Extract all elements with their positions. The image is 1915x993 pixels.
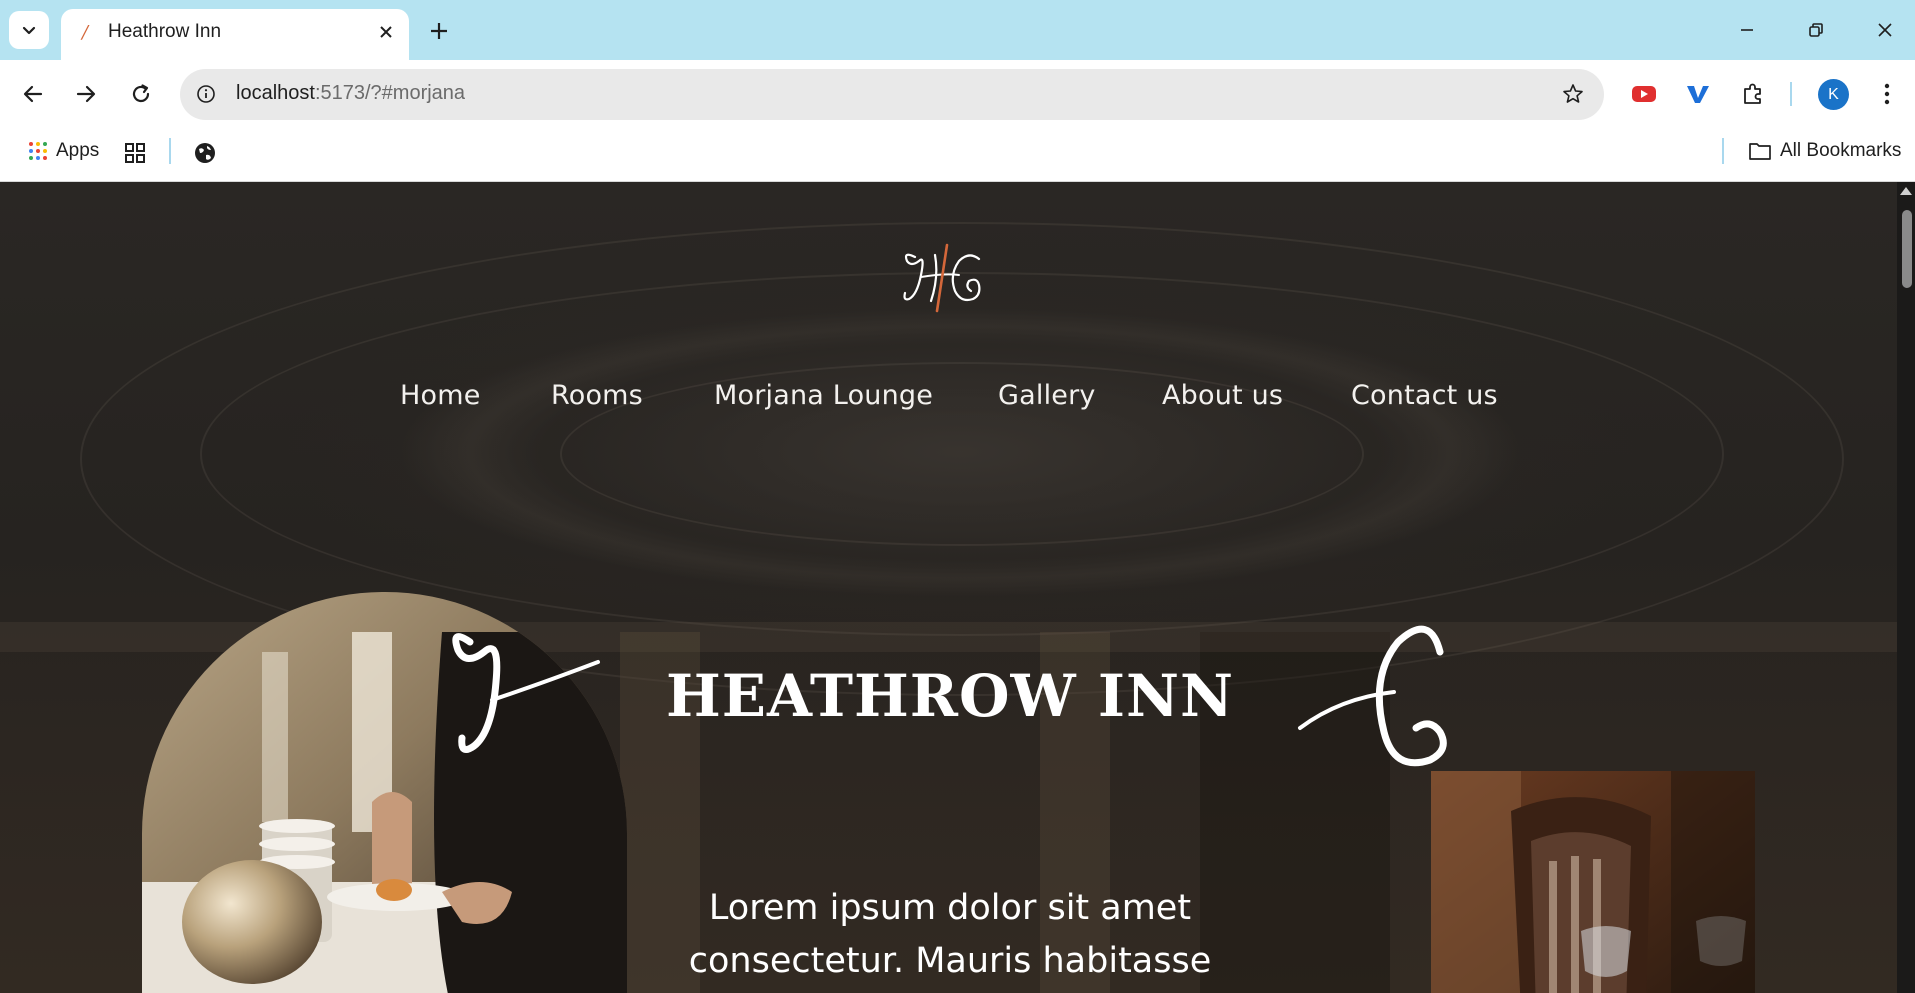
page-scrollbar[interactable] <box>1897 182 1915 993</box>
close-icon <box>1878 23 1892 37</box>
nav-home[interactable]: Home <box>400 380 481 411</box>
bookmark-globe[interactable] <box>193 141 217 165</box>
close-window-button[interactable] <box>1865 14 1905 46</box>
restore-button[interactable] <box>1796 14 1836 46</box>
tab-title: Heathrow Inn <box>108 21 222 42</box>
forward-button[interactable] <box>68 76 104 112</box>
heathrow-logo[interactable] <box>895 237 995 317</box>
minimize-button[interactable] <box>1727 14 1767 46</box>
main-navigation: Home Rooms Morjana Lounge Gallery About … <box>0 380 1897 420</box>
url-text[interactable]: localhost:5173/?#morjana <box>236 82 465 105</box>
puzzle-icon <box>1744 83 1761 104</box>
apps-grid-icon <box>29 142 47 160</box>
youtube-extension-button[interactable] <box>1629 79 1659 109</box>
web-page: Home Rooms Morjana Lounge Gallery About … <box>0 182 1897 993</box>
all-bookmarks-label: All Bookmarks <box>1780 140 1902 161</box>
heathrow-favicon-icon: / <box>82 22 89 43</box>
scrollbar-thumb[interactable] <box>1902 210 1912 288</box>
new-tab-button[interactable] <box>425 17 453 45</box>
reload-button[interactable] <box>123 76 159 112</box>
restore-icon <box>1809 23 1823 37</box>
youtube-icon <box>1632 86 1656 102</box>
globe-icon <box>195 143 215 163</box>
close-icon <box>380 26 392 38</box>
bookmark-star-button[interactable] <box>1560 81 1586 107</box>
grid-icon <box>125 143 145 163</box>
folder-icon <box>1749 143 1771 160</box>
browser-tab-strip: / Heathrow Inn <box>0 0 1915 60</box>
extensions-button[interactable] <box>1738 79 1768 109</box>
profile-avatar[interactable]: K <box>1818 79 1849 110</box>
url-path: :5173/?#morjana <box>314 82 466 104</box>
site-info-icon[interactable] <box>194 82 218 106</box>
active-tab[interactable]: / Heathrow Inn <box>61 9 409 60</box>
browser-toolbar: localhost:5173/?#morjana K <box>0 60 1915 128</box>
toolbar-divider <box>1790 82 1792 106</box>
nav-gallery[interactable]: Gallery <box>998 380 1096 411</box>
scroll-up-arrow-icon[interactable] <box>1900 187 1912 195</box>
dining-room-photo <box>1431 771 1755 993</box>
minimize-icon <box>1741 29 1753 31</box>
chevron-down-icon <box>22 26 36 35</box>
bookmark-apps-label: Apps <box>56 140 100 161</box>
vimeo-extension-button[interactable] <box>1683 79 1713 109</box>
tab-groups-button[interactable] <box>124 142 146 164</box>
back-button[interactable] <box>15 76 51 112</box>
arrow-right-icon <box>76 85 96 103</box>
star-icon <box>1563 84 1583 103</box>
reload-icon <box>132 84 150 103</box>
nav-about-us[interactable]: About us <box>1162 380 1283 411</box>
bookmark-divider <box>169 138 171 164</box>
all-bookmarks-button[interactable]: All Bookmarks <box>1748 140 1901 162</box>
nav-morjana-lounge[interactable]: Morjana Lounge <box>714 380 933 411</box>
plus-icon <box>431 23 447 39</box>
arrow-left-icon <box>23 85 43 103</box>
nav-contact-us[interactable]: Contact us <box>1351 380 1498 411</box>
nav-rooms[interactable]: Rooms <box>551 380 643 411</box>
tab-close-button[interactable] <box>375 21 397 43</box>
bookmark-apps[interactable]: Apps <box>28 140 99 162</box>
browser-menu-button[interactable] <box>1872 79 1902 109</box>
kebab-menu-icon <box>1884 83 1890 105</box>
bookmarks-bar: Apps All Bookmarks <box>0 128 1915 182</box>
v-logo-icon <box>1687 86 1709 103</box>
hero-description: Lorem ipsum dolor sit amet consectetur. … <box>688 888 1212 981</box>
url-host: localhost <box>236 82 315 104</box>
tab-search-button[interactable] <box>9 11 49 49</box>
address-bar[interactable]: localhost:5173/?#morjana <box>180 69 1604 120</box>
hero-title: HEATHROW INN <box>665 662 1234 730</box>
bookmark-divider <box>1722 138 1724 164</box>
